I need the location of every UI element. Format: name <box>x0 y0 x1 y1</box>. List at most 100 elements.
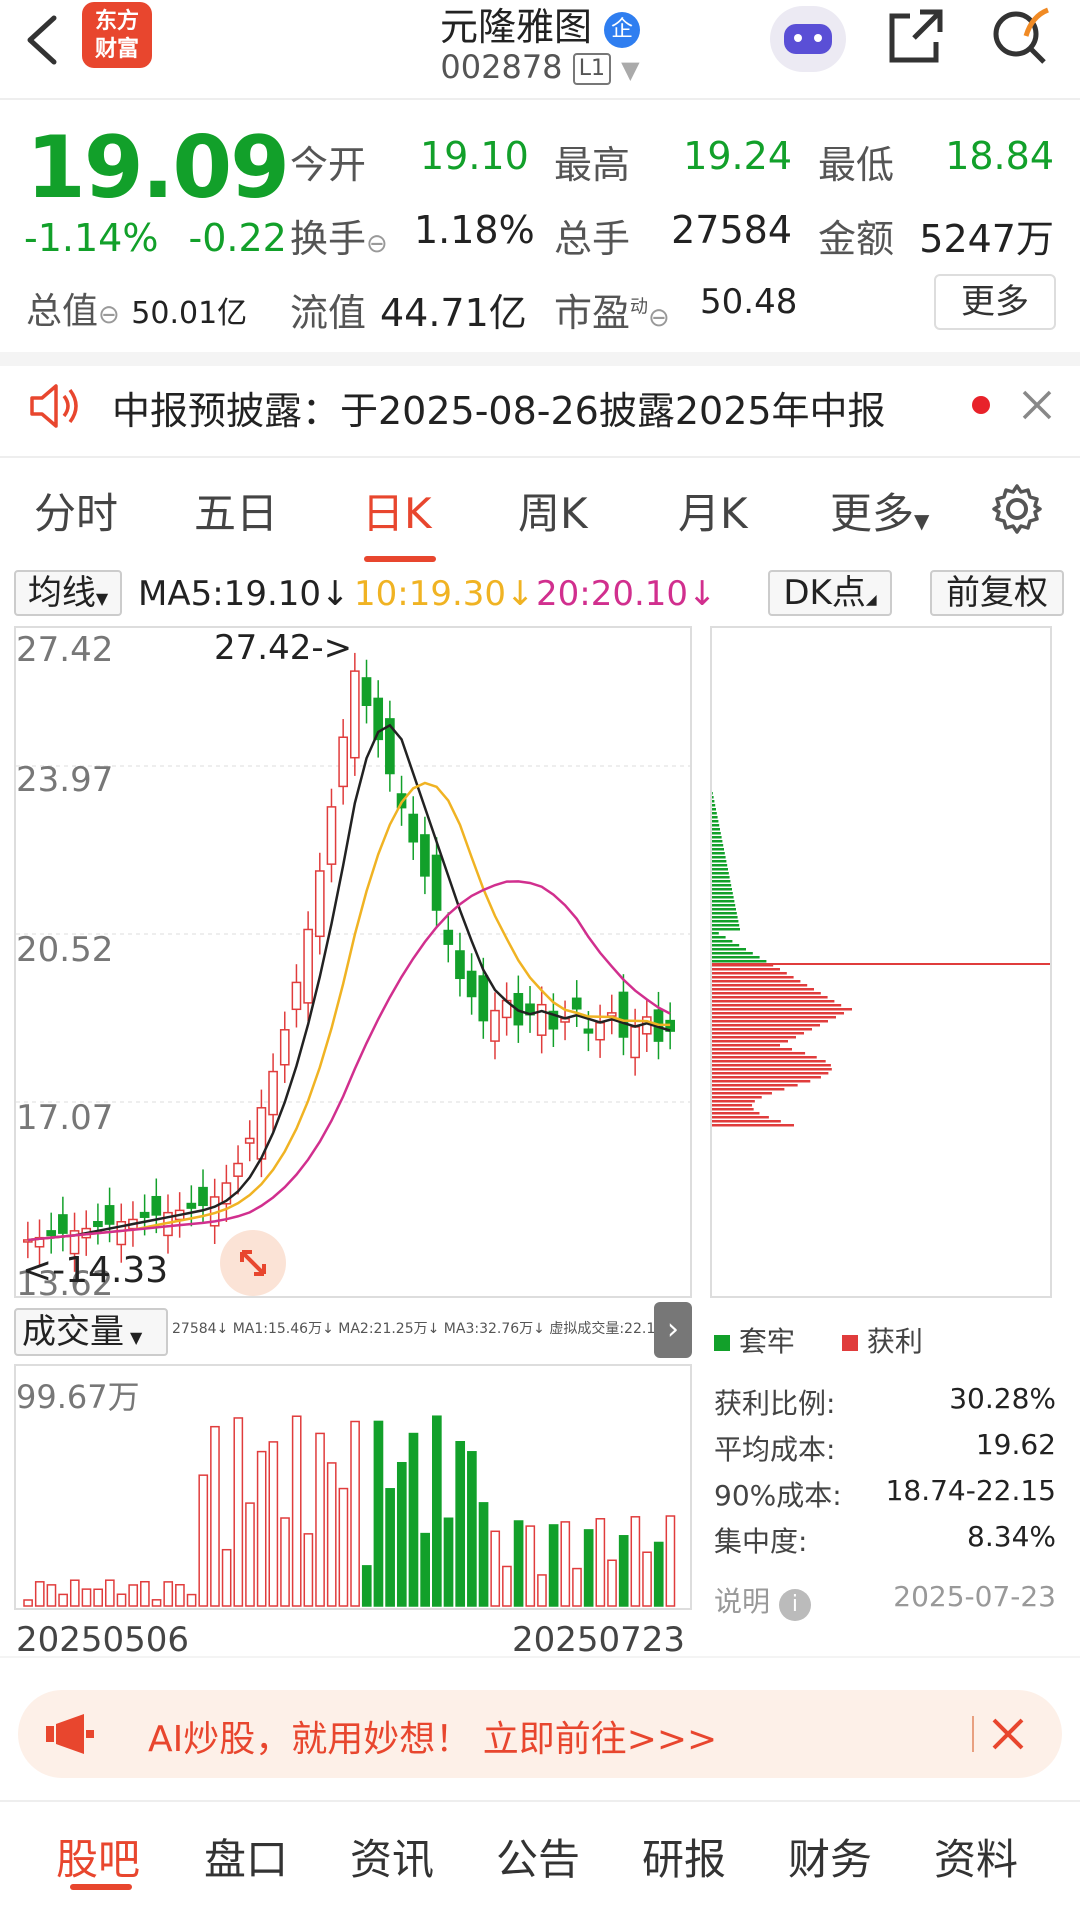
candle-body <box>268 1070 278 1116</box>
info-icon: ⊖ <box>98 300 120 330</box>
volume-bar <box>23 1599 33 1607</box>
chip-bar <box>712 892 733 895</box>
candle-body <box>350 670 360 759</box>
tab-weekly-k[interactable]: 周K <box>518 480 588 541</box>
unread-dot <box>972 396 990 414</box>
volume-bar <box>583 1529 594 1607</box>
chip-bar <box>712 1116 769 1119</box>
tab-more[interactable]: 更多▼ <box>830 480 929 541</box>
dk-point-selector[interactable]: DK点◢ <box>768 570 892 616</box>
chip-bar <box>712 1120 781 1123</box>
candle-body <box>536 1003 547 1036</box>
chip-bar <box>712 836 722 839</box>
volume-bar <box>361 1565 372 1607</box>
tab-profile[interactable]: 资料 <box>934 1826 1018 1887</box>
avg-cost-value: 19.62 <box>975 1428 1056 1461</box>
candle-body <box>198 1186 208 1207</box>
share-icon[interactable] <box>886 6 946 66</box>
chip-bar <box>712 808 716 811</box>
ma-selector[interactable]: 均线▼ <box>14 570 122 616</box>
volume-bar <box>268 1441 279 1607</box>
tab-announcements[interactable]: 公告 <box>496 1826 580 1887</box>
candle-body <box>490 1009 500 1042</box>
candle-body <box>443 929 454 945</box>
chip-bar <box>712 1112 760 1115</box>
stock-code-row[interactable]: 002878 L1 ▼ <box>380 48 700 86</box>
adjust-selector[interactable]: 前复权 <box>930 570 1064 616</box>
chip-bar <box>712 1108 754 1111</box>
tab-guba[interactable]: 股吧 <box>56 1826 140 1887</box>
tab-research[interactable]: 研报 <box>642 1826 726 1887</box>
close-icon[interactable] <box>1020 388 1054 422</box>
tab-news[interactable]: 资讯 <box>350 1826 434 1887</box>
explain-link[interactable]: 说明 i <box>714 1580 811 1621</box>
chip-bar <box>712 996 828 999</box>
candle-body <box>93 1221 103 1228</box>
chip-bar <box>712 796 714 799</box>
volume-bar <box>373 1420 384 1607</box>
chip-bar <box>712 840 723 843</box>
max-price-marker: 27.42-> <box>214 628 353 668</box>
chip-bar <box>712 984 808 987</box>
candle-body <box>233 1162 243 1177</box>
info-icon: i <box>778 1589 811 1621</box>
tab-order-book[interactable]: 盘口 <box>204 1826 288 1887</box>
concentration-value: 8.34% <box>967 1520 1056 1553</box>
kline-chart[interactable] <box>14 626 692 1298</box>
amount-label: 金额 <box>818 217 895 261</box>
candle-body <box>104 1205 115 1225</box>
expand-icon[interactable] <box>220 1230 286 1296</box>
volume-bar <box>303 1533 314 1607</box>
amount-value: 5247万 <box>919 217 1054 261</box>
chevron-right-icon[interactable]: › <box>654 1302 692 1358</box>
ai-robot-icon[interactable] <box>770 6 846 72</box>
volume-bar <box>81 1588 92 1607</box>
chip-bar <box>712 1044 780 1047</box>
chip-bar <box>712 908 736 911</box>
tab-five-day[interactable]: 五日 <box>194 480 278 541</box>
active-tab-indicator <box>364 556 436 562</box>
notice-text[interactable]: 中报预披露：于2025-08-26披露2025年中报 <box>112 380 886 435</box>
volume-legend: 27584↓ MA1:15.46万↓ MA2:21.25万↓ MA3:32.76… <box>172 1321 679 1337</box>
volume-selector[interactable]: 成交量 ▼ <box>14 1308 168 1356</box>
back-icon[interactable] <box>22 10 62 70</box>
chip-bar <box>712 848 724 851</box>
candle-body <box>478 975 489 1022</box>
info-icon: ⊖ <box>366 229 388 259</box>
volume-label: 总手 <box>554 217 631 261</box>
more-quote-button[interactable]: 更多 <box>934 274 1056 330</box>
volume-bar <box>338 1487 349 1607</box>
chip-bar <box>712 792 713 795</box>
banner-text[interactable]: AI炒股，就用妙想！ 立即前往>>> <box>148 1710 717 1762</box>
candle-body <box>583 1028 594 1034</box>
volume-bar <box>432 1415 442 1607</box>
volume-bar <box>186 1593 197 1607</box>
tab-daily-k[interactable]: 日K <box>362 480 432 541</box>
candle-body <box>326 806 337 865</box>
volume-bar <box>58 1593 68 1607</box>
settings-gear-icon[interactable] <box>990 482 1044 536</box>
open-label: 今开 <box>290 143 367 187</box>
chip-bar <box>712 1088 785 1091</box>
chip-bar <box>712 852 725 855</box>
candle-body <box>46 1230 57 1237</box>
candle-body <box>420 834 430 877</box>
volume-bar <box>490 1530 501 1607</box>
chip-bar <box>712 1064 831 1067</box>
avg-cost-label: 平均成本: <box>714 1433 836 1466</box>
chip-bar <box>712 1080 811 1083</box>
moving-average-line <box>27 880 671 1242</box>
chip-bar <box>712 1008 852 1011</box>
close-icon[interactable] <box>990 1716 1026 1752</box>
candle-body <box>58 1214 68 1234</box>
volume-bar <box>105 1579 115 1607</box>
tab-monthly-k[interactable]: 月K <box>678 480 748 541</box>
chip-bar <box>712 944 740 947</box>
speaker-icon <box>30 384 78 428</box>
tab-financials[interactable]: 财务 <box>788 1826 872 1887</box>
tab-intraday[interactable]: 分时 <box>34 480 118 541</box>
chip-bar <box>712 1084 798 1087</box>
high-label: 最高 <box>554 143 631 187</box>
search-icon[interactable] <box>986 6 1056 66</box>
candle-body <box>303 928 313 1004</box>
